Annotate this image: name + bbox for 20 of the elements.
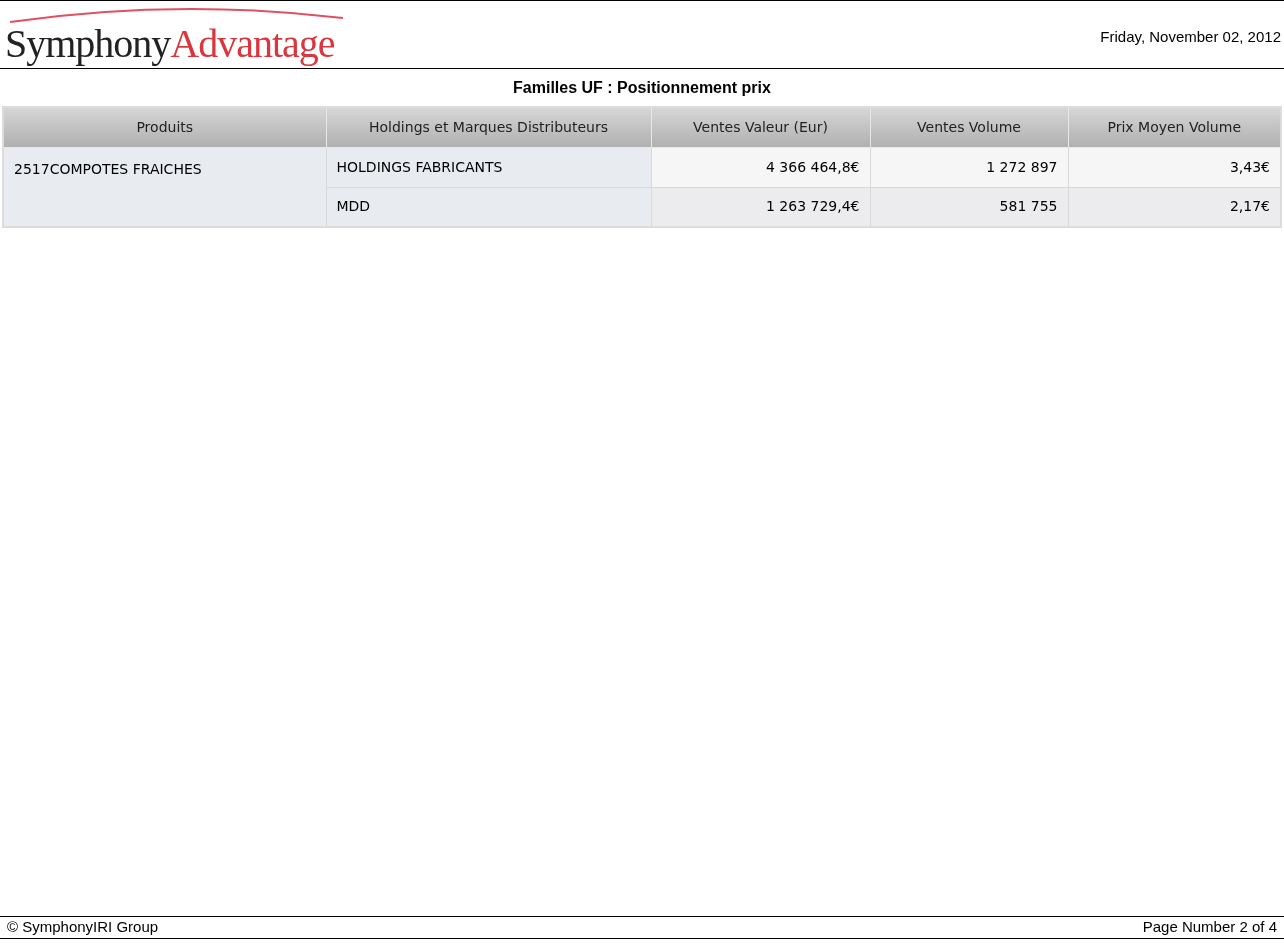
table-cell: 581 755 (870, 187, 1068, 227)
table-cell: HOLDINGS FABRICANTS (326, 147, 651, 187)
column-header: Ventes Valeur (Eur) (651, 107, 870, 147)
table-cell: 2,17€ (1068, 187, 1281, 227)
report-date: Friday, November 02, 2012 (1100, 27, 1281, 47)
table-cell: 3,43€ (1068, 147, 1281, 187)
column-header: Holdings et Marques Distributeurs (326, 107, 651, 147)
logo-text: Symphony (5, 21, 171, 66)
table-cell: 2517COMPOTES FRAICHES (3, 147, 326, 227)
table-cell: 1 272 897 (870, 147, 1068, 187)
table-cell: MDD (326, 187, 651, 227)
table-cell: 4 366 464,8€ (651, 147, 870, 187)
page-number: Page Number 2 of 4 (1142, 917, 1277, 938)
column-header: Prix Moyen Volume (1068, 107, 1281, 147)
column-header: Ventes Volume (870, 107, 1068, 147)
copyright-text: © SymphonyIRI Group (7, 917, 159, 938)
table-cell: 1 263 729,4€ (651, 187, 870, 227)
logo-text: Advantage (170, 21, 335, 66)
report-title: Familles UF : Positionnement prix (513, 78, 771, 98)
column-header: Produits (3, 107, 326, 147)
